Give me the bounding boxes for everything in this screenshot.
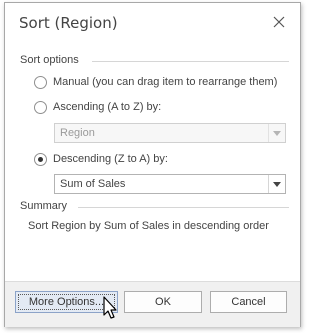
ascending-radio-option[interactable]: Ascending (A to Z) by: [34,99,161,115]
ascending-field-combo: Region [54,123,286,143]
descending-radio-option[interactable]: Descending (Z to A) by: [34,151,168,167]
descending-radio[interactable] [34,152,47,166]
chevron-down-icon [268,124,285,142]
close-button[interactable] [269,12,289,32]
dialog-content: Sort options Manual (you can drag item t… [12,41,293,281]
sort-dialog: Sort (Region) Sort options Manual (you c… [4,2,301,327]
descending-field-combo[interactable]: Sum of Sales [54,174,286,194]
sort-options-divider [92,61,289,62]
manual-radio-label: Manual (you can drag item to rearrange t… [53,76,278,88]
descending-radio-label: Descending (Z to A) by: [53,153,168,165]
title-bar: Sort (Region) [5,3,300,41]
more-options-button[interactable]: More Options... [15,291,118,313]
manual-radio[interactable] [34,75,47,89]
dialog-footer: More Options... OK Cancel [5,281,300,327]
ascending-radio[interactable] [34,100,47,114]
summary-heading: Summary [20,200,68,212]
chevron-down-icon[interactable] [268,175,285,193]
ascending-field-value: Region [60,127,95,139]
summary-text: Sort Region by Sum of Sales in descendin… [28,220,269,232]
manual-radio-option[interactable]: Manual (you can drag item to rearrange t… [34,74,277,90]
sort-options-heading: Sort options [20,54,79,66]
dialog-title: Sort (Region) [19,14,118,32]
cancel-button[interactable]: Cancel [210,291,287,313]
ascending-radio-label: Ascending (A to Z) by: [53,101,162,113]
close-icon [269,12,289,32]
summary-divider [78,207,289,208]
descending-field-value: Sum of Sales [60,178,126,190]
ok-button[interactable]: OK [124,291,202,313]
